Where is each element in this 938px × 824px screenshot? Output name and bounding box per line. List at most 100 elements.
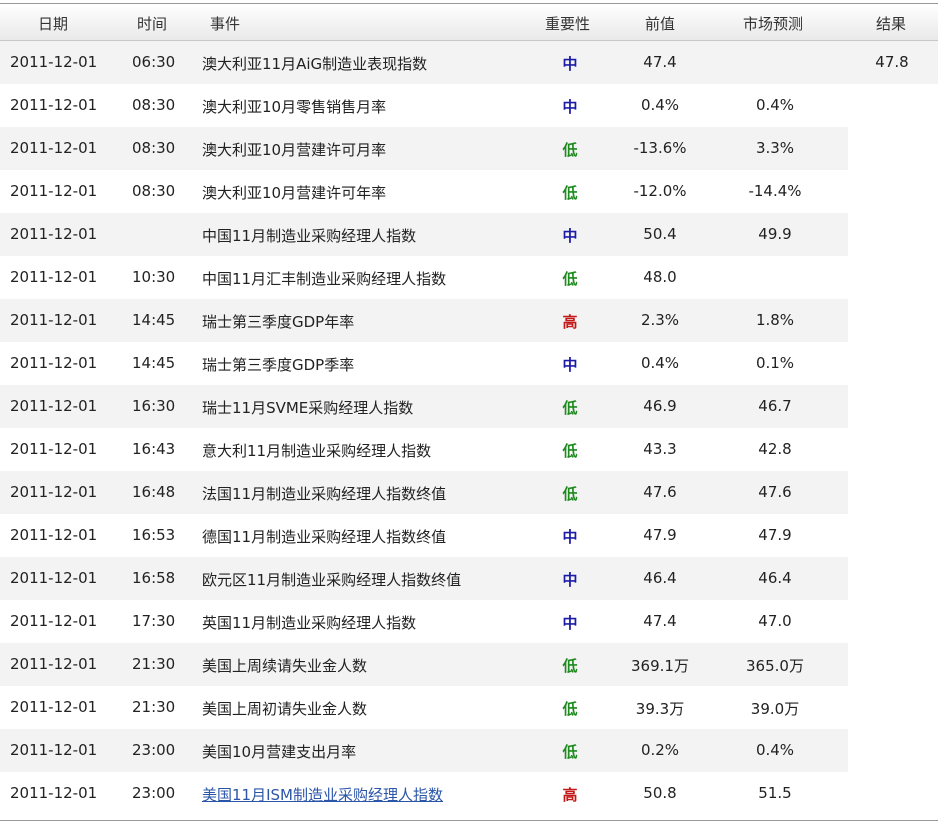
header-event: 事件: [210, 15, 241, 33]
previous-cell: 2.3%: [640, 311, 680, 329]
importance-badge: 低: [562, 485, 578, 503]
event-cell: 美国上周续请失业金人数: [202, 657, 368, 675]
bottom-border: [0, 820, 938, 821]
table-row: 2011-12-01 16:48 法国11月制造业采购经理人指数终值 低 47.6 47.…: [0, 471, 938, 514]
event-cell: 澳大利亚11月AiG制造业表现指数: [202, 55, 428, 73]
time-cell: 14:45: [132, 354, 176, 372]
previous-cell: 47.6: [643, 483, 677, 501]
previous-cell: 50.4: [643, 225, 677, 243]
previous-cell: 47.9: [643, 526, 677, 544]
date-cell: 2011-12-01: [10, 225, 98, 243]
table-row: 2011-12-01 23:00 美国10月营建支出月率 低 0.2% 0.4%: [0, 729, 938, 772]
header-time: 时间: [137, 15, 168, 33]
forecast-cell: 1.8%: [755, 311, 795, 329]
time-cell: 16:30: [132, 397, 176, 415]
forecast-cell: 47.9: [758, 526, 792, 544]
header-date: 日期: [38, 15, 69, 33]
economic-calendar: 日期 时间 事件 重要性 前值 市场预测 结果 2011-12-01 06:30 澳…: [0, 0, 938, 824]
previous-cell: 0.2%: [640, 741, 680, 759]
previous-cell: 0.4%: [640, 354, 680, 372]
time-cell: 16:58: [132, 569, 176, 587]
table-row: 2011-12-01 23:00 美国11月ISM制造业采购经理人指数 高 50.8 51…: [0, 772, 938, 815]
event-link[interactable]: 美国11月ISM制造业采购经理人指数: [202, 784, 443, 805]
table-row: 2011-12-01 16:58 欧元区11月制造业采购经理人指数终值 中 46.4 46…: [0, 557, 938, 600]
time-cell: 16:48: [132, 483, 176, 501]
time-cell: 08:30: [132, 96, 176, 114]
previous-cell: 50.8: [643, 784, 677, 802]
date-cell: 2011-12-01: [10, 784, 98, 802]
importance-badge: 高: [562, 313, 578, 331]
time-cell: 23:00: [132, 784, 176, 802]
forecast-cell: 49.9: [758, 225, 792, 243]
table-header: 日期 时间 事件 重要性 前值 市场预测 结果: [0, 4, 938, 41]
table-row: 2011-12-01 21:30 美国上周续请失业金人数 低 369.1万 365.0万: [0, 643, 938, 686]
date-cell: 2011-12-01: [10, 741, 98, 759]
date-cell: 2011-12-01: [10, 440, 98, 458]
importance-badge: 低: [562, 657, 578, 675]
row-background: [0, 643, 848, 686]
importance-badge: 高: [562, 786, 578, 804]
previous-cell: 47.4: [643, 53, 677, 71]
table-row: 2011-12-01 08:30 澳大利亚10月营建许可月率 低 -13.6% 3.3%: [0, 127, 938, 170]
importance-badge: 低: [562, 141, 578, 159]
time-cell: 14:45: [132, 311, 176, 329]
forecast-cell: 46.7: [758, 397, 792, 415]
header-forecast: 市场预测: [743, 15, 804, 33]
importance-badge: 低: [562, 743, 578, 761]
event-cell: 瑞士第三季度GDP季率: [202, 356, 355, 374]
event-cell: 英国11月制造业采购经理人指数: [202, 614, 417, 632]
event-cell: 中国11月汇丰制造业采购经理人指数: [202, 270, 447, 288]
importance-badge: 中: [562, 98, 578, 116]
time-cell: 16:43: [132, 440, 176, 458]
table-row: 2011-12-01 21:30 美国上周初请失业金人数 低 39.3万 39.0万: [0, 686, 938, 729]
forecast-cell: 47.6: [758, 483, 792, 501]
event-cell: 欧元区11月制造业采购经理人指数终值: [202, 571, 462, 589]
row-background: [0, 170, 848, 213]
event-cell: 美国上周初请失业金人数: [202, 700, 368, 718]
table-row: 2011-12-01 08:30 澳大利亚10月营建许可年率 低 -12.0% -14.4…: [0, 170, 938, 213]
date-cell: 2011-12-01: [10, 569, 98, 587]
event-cell: 法国11月制造业采购经理人指数终值: [202, 485, 447, 503]
previous-cell: 43.3: [643, 440, 677, 458]
date-cell: 2011-12-01: [10, 268, 98, 286]
row-background: [0, 729, 848, 772]
time-cell: 17:30: [132, 612, 176, 630]
event-cell: 瑞士11月SVME采购经理人指数: [202, 399, 414, 417]
date-cell: 2011-12-01: [10, 139, 98, 157]
event-cell: 意大利11月制造业采购经理人指数: [202, 442, 432, 460]
previous-cell: 48.0: [643, 268, 677, 286]
header-previous: 前值: [645, 15, 676, 33]
result-cell: 47.8: [875, 53, 909, 71]
previous-cell: -13.6%: [633, 139, 687, 157]
event-cell: 澳大利亚10月零售销售月率: [202, 98, 387, 116]
date-cell: 2011-12-01: [10, 526, 98, 544]
event-cell: 中国11月制造业采购经理人指数: [202, 227, 417, 245]
header-result: 结果: [876, 15, 907, 33]
time-cell: 23:00: [132, 741, 176, 759]
importance-badge: 中: [562, 356, 578, 374]
row-background: [0, 342, 848, 385]
date-cell: 2011-12-01: [10, 655, 98, 673]
forecast-cell: 3.3%: [755, 139, 795, 157]
event-cell: 美国10月营建支出月率: [202, 743, 357, 761]
importance-badge: 低: [562, 700, 578, 718]
previous-cell: 0.4%: [640, 96, 680, 114]
importance-badge: 低: [562, 399, 578, 417]
time-cell: 21:30: [132, 698, 176, 716]
table-row: 2011-12-01 10:30 中国11月汇丰制造业采购经理人指数 低 48.0: [0, 256, 938, 299]
row-background: [0, 127, 848, 170]
importance-badge: 中: [562, 55, 578, 73]
row-background: [0, 299, 848, 342]
row-background: [0, 686, 848, 729]
importance-badge: 低: [562, 270, 578, 288]
forecast-cell: 42.8: [758, 440, 792, 458]
time-cell: 08:30: [132, 182, 176, 200]
previous-cell: -12.0%: [633, 182, 687, 200]
table-row: 2011-12-01 16:53 德国11月制造业采购经理人指数终值 中 47.9 47.…: [0, 514, 938, 557]
previous-cell: 46.9: [643, 397, 677, 415]
table-row: 2011-12-01 06:30 澳大利亚11月AiG制造业表现指数 中 47.4 47.…: [0, 41, 938, 84]
table-row: 2011-12-01 14:45 瑞士第三季度GDP年率 高 2.3% 1.8%: [0, 299, 938, 342]
forecast-cell: 47.0: [758, 612, 792, 630]
date-cell: 2011-12-01: [10, 96, 98, 114]
date-cell: 2011-12-01: [10, 612, 98, 630]
